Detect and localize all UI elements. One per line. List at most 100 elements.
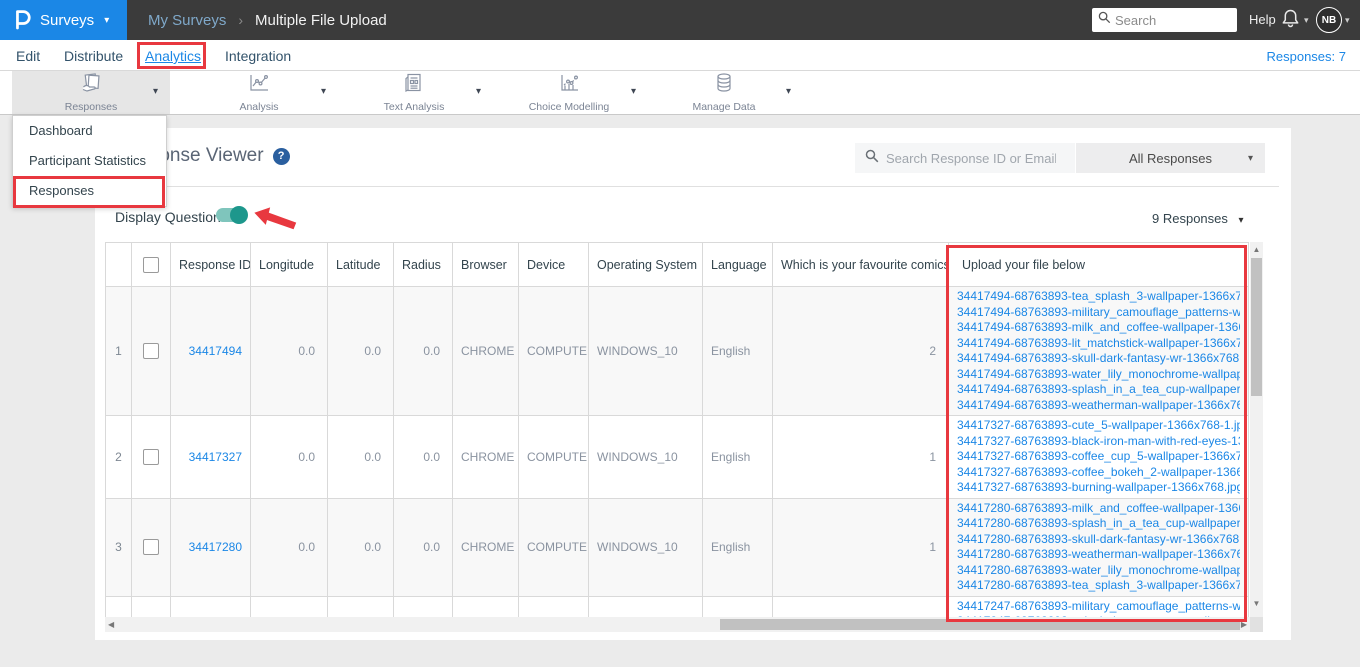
header-browser[interactable]: Browser bbox=[452, 242, 519, 287]
header-upload-question[interactable]: Upload your file below bbox=[948, 242, 1249, 287]
horizontal-scrollbar[interactable]: ◀ ▶ bbox=[105, 617, 1250, 632]
menu-item-participant-statistics[interactable]: Participant Statistics bbox=[13, 146, 166, 176]
scroll-down-arrow[interactable]: ▼ bbox=[1250, 599, 1263, 608]
file-link[interactable]: 34417494-68763893-military_camouflage_pa… bbox=[957, 305, 1240, 321]
row-checkbox[interactable] bbox=[143, 343, 159, 359]
longitude-cell bbox=[250, 595, 328, 617]
operating-system-cell bbox=[588, 595, 703, 617]
toolbar-tab-label: Choice Modelling bbox=[528, 101, 610, 113]
user-avatar[interactable]: NB bbox=[1316, 7, 1342, 33]
file-link[interactable]: 34417327-68763893-cute_5-wallpaper-1366x… bbox=[957, 418, 1240, 434]
chevron-down-icon[interactable]: ▾ bbox=[631, 86, 636, 97]
menu-item-responses[interactable]: Responses bbox=[13, 176, 166, 206]
header-latitude[interactable]: Latitude bbox=[327, 242, 394, 287]
responses-pages-icon bbox=[79, 72, 103, 99]
toolbar-tab-responses[interactable]: Responses ▾ bbox=[12, 71, 170, 114]
operating-system-cell: WINDOWS_10 bbox=[588, 286, 703, 416]
response-id-cell[interactable]: 34417494 bbox=[170, 286, 251, 416]
file-link[interactable]: 34417494-68763893-weatherman-wallpaper-1… bbox=[957, 398, 1240, 414]
header-response-id[interactable]: Response ID▲ bbox=[170, 242, 251, 287]
top-header-bar: Surveys ▾ My Surveys › Multiple File Upl… bbox=[0, 0, 1360, 40]
breadcrumb-survey-name: Multiple File Upload bbox=[255, 11, 387, 29]
chevron-down-icon[interactable]: ▾ bbox=[1345, 15, 1350, 26]
file-link[interactable]: 34417327-68763893-burning-wallpaper-1366… bbox=[957, 480, 1240, 496]
nav-tab-integration[interactable]: Integration bbox=[225, 48, 291, 64]
radius-cell bbox=[393, 595, 453, 617]
file-link[interactable]: 34417327-68763893-coffee_cup_5-wallpaper… bbox=[957, 449, 1240, 465]
file-link[interactable]: 34417494-68763893-lit_matchstick-wallpap… bbox=[957, 336, 1240, 352]
header-operating-system[interactable]: Operating System bbox=[588, 242, 703, 287]
device-cell: COMPUTER bbox=[518, 415, 589, 499]
responses-table: Response ID▲ Longitude Latitude Radius B… bbox=[105, 242, 1249, 617]
nav-tab-distribute[interactable]: Distribute bbox=[64, 48, 123, 64]
browser-cell: CHROME bbox=[452, 497, 519, 597]
row-checkbox[interactable] bbox=[143, 539, 159, 555]
response-id-cell[interactable]: 34417280 bbox=[170, 497, 251, 597]
scroll-left-arrow[interactable]: ◀ bbox=[108, 620, 114, 629]
response-search-input[interactable] bbox=[886, 150, 1056, 166]
header-device[interactable]: Device bbox=[518, 242, 589, 287]
search-icon bbox=[1098, 11, 1111, 29]
file-link[interactable]: 34417280-68763893-milk_and_coffee-wallpa… bbox=[957, 501, 1240, 517]
file-link[interactable]: 34417494-68763893-skull-dark-fantasy-wr-… bbox=[957, 351, 1240, 367]
toolbar-tab-analysis[interactable]: Analysis ▾ bbox=[180, 71, 338, 114]
responses-count-dropdown[interactable]: 9 Responses ▾ bbox=[1152, 211, 1244, 226]
file-link[interactable]: 34417494-68763893-milk_and_coffee-wallpa… bbox=[957, 320, 1240, 336]
vertical-scrollbar[interactable]: ▲ ▼ bbox=[1250, 242, 1263, 617]
row-select-cell bbox=[131, 595, 171, 617]
help-link[interactable]: Help bbox=[1249, 12, 1276, 27]
file-link[interactable]: 34417280-68763893-tea_splash_3-wallpaper… bbox=[957, 578, 1240, 594]
response-filter-dropdown[interactable]: All Responses ▾ bbox=[1076, 143, 1265, 173]
file-link[interactable]: 34417280-68763893-water_lily_monochrome-… bbox=[957, 563, 1240, 579]
chevron-down-icon[interactable]: ▾ bbox=[1304, 15, 1309, 26]
breadcrumb-my-surveys[interactable]: My Surveys bbox=[148, 12, 226, 29]
chevron-down-icon[interactable]: ▾ bbox=[321, 86, 326, 97]
header-comics-question[interactable]: Which is your favourite comics? bbox=[772, 242, 949, 287]
row-checkbox[interactable] bbox=[143, 448, 159, 465]
display-questions-toggle[interactable] bbox=[216, 206, 248, 224]
scroll-up-arrow[interactable]: ▲ bbox=[1250, 245, 1263, 254]
file-link[interactable]: 34417327-68763893-coffee_bokeh_2-wallpap… bbox=[957, 465, 1240, 481]
text-analysis-news-icon bbox=[403, 72, 425, 99]
chevron-down-icon[interactable]: ▾ bbox=[153, 86, 158, 97]
product-switcher[interactable]: Surveys ▾ bbox=[0, 0, 127, 40]
table-row: 2344173270.00.00.0CHROMECOMPUTERWINDOWS_… bbox=[105, 415, 1249, 499]
help-icon[interactable]: ? bbox=[272, 147, 290, 165]
product-name: Surveys bbox=[40, 11, 95, 29]
vertical-scrollbar-thumb[interactable] bbox=[1251, 258, 1262, 396]
responses-count-badge[interactable]: Responses: 7 bbox=[1267, 49, 1347, 64]
header-radius[interactable]: Radius bbox=[393, 242, 453, 287]
table-row: 1344174940.00.00.0CHROMECOMPUTERWINDOWS_… bbox=[105, 286, 1249, 416]
file-link[interactable]: 34417494-68763893-splash_in_a_tea_cup-wa… bbox=[957, 382, 1240, 398]
file-link[interactable]: 34417280-68763893-weatherman-wallpaper-1… bbox=[957, 547, 1240, 563]
chevron-down-icon[interactable]: ▾ bbox=[786, 86, 791, 97]
analytics-toolbar: Responses ▾ Analysis ▾ Text Analysis ▾ C… bbox=[0, 71, 1360, 115]
header-language[interactable]: Language bbox=[702, 242, 773, 287]
radius-cell: 0.0 bbox=[393, 415, 453, 499]
operating-system-cell: WINDOWS_10 bbox=[588, 497, 703, 597]
response-id-cell[interactable]: 34417327 bbox=[170, 415, 251, 499]
longitude-cell: 0.0 bbox=[250, 286, 328, 416]
select-all-checkbox[interactable] bbox=[143, 256, 159, 273]
toolbar-tab-choice-modelling[interactable]: Choice Modelling ▾ bbox=[490, 71, 648, 114]
notifications-bell-icon[interactable] bbox=[1281, 8, 1300, 34]
file-link[interactable]: 34417327-68763893-black-iron-man-with-re… bbox=[957, 434, 1240, 450]
header-longitude[interactable]: Longitude bbox=[250, 242, 328, 287]
global-search-input[interactable] bbox=[1115, 12, 1225, 28]
uploaded-files-cell: 34417327-68763893-cute_5-wallpaper-1366x… bbox=[948, 415, 1249, 499]
file-link[interactable]: 34417494-68763893-tea_splash_3-wallpaper… bbox=[957, 289, 1240, 305]
chevron-down-icon[interactable]: ▾ bbox=[476, 86, 481, 97]
nav-tab-edit[interactable]: Edit bbox=[16, 48, 40, 64]
file-link[interactable]: 34417494-68763893-water_lily_monochrome-… bbox=[957, 367, 1240, 383]
toolbar-tab-text-analysis[interactable]: Text Analysis ▾ bbox=[335, 71, 493, 114]
file-link[interactable]: 34417280-68763893-splash_in_a_tea_cup-wa… bbox=[957, 516, 1240, 532]
nav-tab-analytics[interactable]: Analytics bbox=[145, 48, 201, 64]
file-link[interactable]: 34417247-68763893-military_camouflage_pa… bbox=[957, 599, 1240, 615]
toolbar-tab-manage-data[interactable]: Manage Data ▾ bbox=[645, 71, 803, 114]
file-link[interactable]: 34417280-68763893-skull-dark-fantasy-wr-… bbox=[957, 532, 1240, 548]
scroll-right-arrow[interactable]: ▶ bbox=[1241, 620, 1247, 629]
menu-item-dashboard[interactable]: Dashboard bbox=[13, 116, 166, 146]
uploaded-files-cell: 34417247-68763893-military_camouflage_pa… bbox=[948, 595, 1249, 617]
horizontal-scrollbar-thumb[interactable] bbox=[720, 619, 1240, 630]
toolbar-tab-label: Responses bbox=[64, 101, 118, 113]
